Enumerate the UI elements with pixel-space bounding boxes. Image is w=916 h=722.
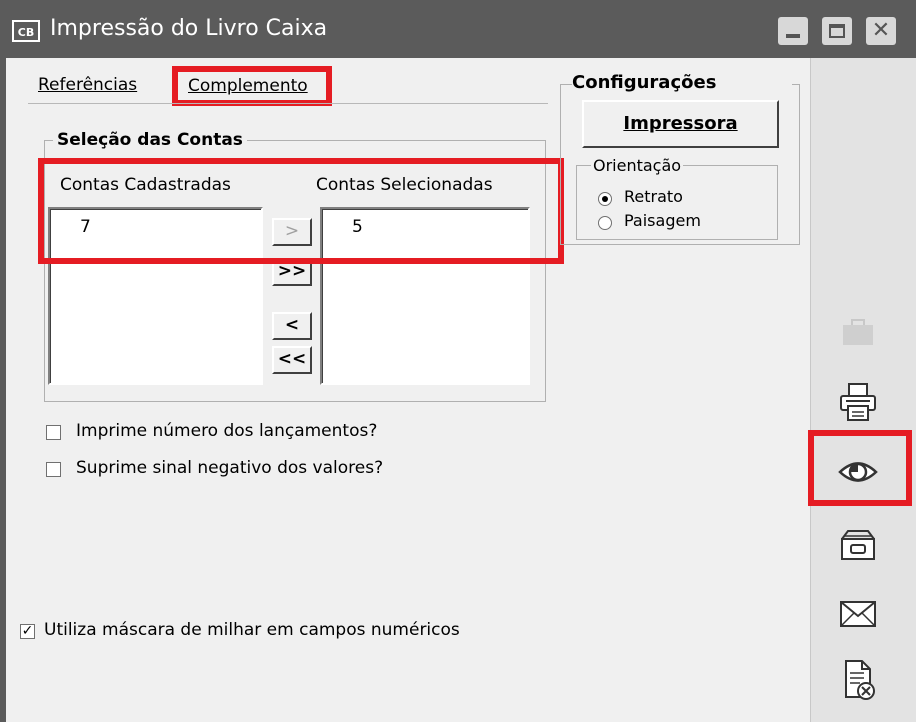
title-bar: CB Impressão do Livro Caixa ✕: [0, 0, 916, 58]
paisagem-label: Paisagem: [624, 211, 701, 230]
window-border: [0, 58, 6, 722]
impressora-button[interactable]: Impressora: [582, 100, 779, 148]
tab-referencias[interactable]: Referências: [38, 75, 137, 95]
briefcase-icon: [828, 305, 888, 361]
orientacao-title: Orientação: [593, 156, 682, 175]
imprime-numero-checkbox[interactable]: [46, 425, 61, 440]
configuracoes-title: Configurações: [572, 72, 717, 93]
maximize-icon: [829, 24, 845, 38]
remove-all-button[interactable]: <<: [272, 346, 312, 374]
minimize-button[interactable]: [778, 17, 808, 45]
paisagem-radio[interactable]: [598, 216, 612, 230]
highlight-preview-icon: [808, 430, 912, 506]
tab-referencias-label: Referências: [38, 75, 138, 95]
contas-group-title: Seleção das Contas: [57, 130, 243, 150]
window: CB Impressão do Livro Caixa ✕ Referência…: [0, 0, 916, 722]
retrato-radio[interactable]: [598, 192, 612, 206]
envelope-icon[interactable]: [828, 586, 888, 642]
printer-icon[interactable]: [828, 374, 888, 430]
impressora-button-label: Impressora: [623, 113, 738, 134]
mascara-milhar-checkbox[interactable]: ✓: [20, 624, 35, 639]
app-icon: CB: [12, 20, 40, 42]
highlight-complemento-tab: [172, 66, 332, 106]
window-title: Impressão do Livro Caixa: [50, 16, 328, 41]
maximize-button[interactable]: [822, 17, 852, 45]
imprime-numero-label: Imprime número dos lançamentos?: [76, 421, 378, 441]
retrato-label: Retrato: [624, 187, 683, 206]
highlight-contas-lists: [38, 158, 564, 264]
suprime-sinal-checkbox[interactable]: [46, 462, 61, 477]
suprime-sinal-label: Suprime sinal negativo dos valores?: [76, 458, 384, 478]
mascara-milhar-label: Utiliza máscara de milhar em campos numé…: [44, 620, 460, 640]
minimize-icon: [786, 34, 800, 38]
close-icon: ✕: [871, 18, 891, 43]
close-button[interactable]: ✕: [866, 17, 896, 45]
document-close-icon[interactable]: [828, 652, 888, 708]
disk-drawer-icon[interactable]: [828, 518, 888, 574]
remove-one-button[interactable]: <: [272, 312, 312, 340]
